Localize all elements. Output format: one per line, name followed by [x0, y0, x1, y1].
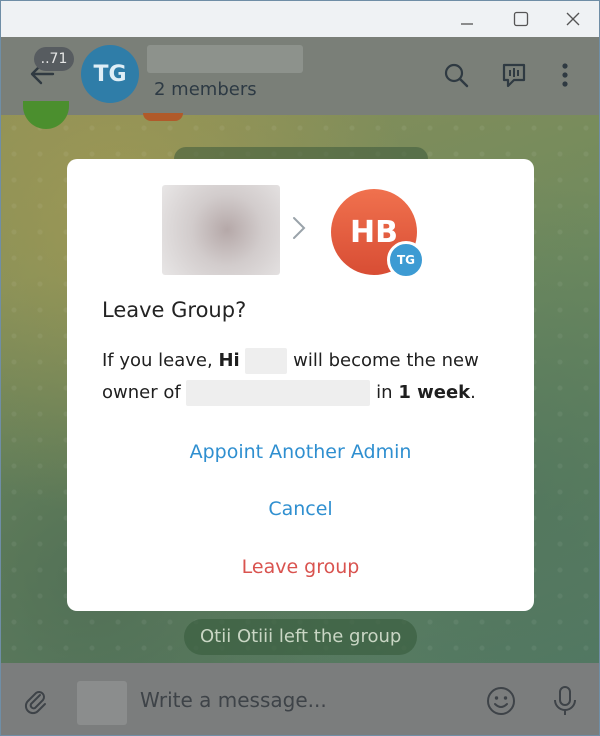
leave-group-button[interactable]: Leave group: [67, 556, 534, 578]
service-message: Otii Otiii left the group: [184, 619, 418, 655]
name-redacted: [245, 348, 288, 374]
telegram-window: ..71 TG 2 members Otii Otiii left the gr…: [0, 0, 600, 736]
minimize-icon[interactable]: [441, 1, 493, 37]
composer-redacted: [77, 681, 127, 725]
leave-group-dialog: HB TG Leave Group? If you leave, Hi will…: [67, 159, 534, 611]
unread-badge: ..71: [34, 47, 74, 71]
close-icon[interactable]: [547, 1, 599, 37]
dialog-body: If you leave, Hi will become the new own…: [102, 345, 502, 409]
maximize-icon[interactable]: [495, 1, 547, 37]
new-owner-name: Hi: [218, 350, 240, 371]
group-badge-avatar: TG: [387, 241, 425, 279]
chevron-right-icon: [291, 215, 307, 248]
chat-avatar[interactable]: TG: [81, 45, 139, 103]
appoint-admin-button[interactable]: Appoint Another Admin: [67, 441, 534, 463]
search-icon[interactable]: [440, 59, 472, 91]
group-name-redacted: [186, 380, 371, 406]
more-vertical-icon[interactable]: [549, 59, 581, 91]
dialog-title: Leave Group?: [102, 298, 247, 322]
body-suffix: .: [470, 382, 476, 403]
body-prefix: If you leave,: [102, 350, 213, 371]
attach-icon[interactable]: [17, 683, 53, 719]
cancel-button[interactable]: Cancel: [67, 498, 534, 520]
emoji-icon[interactable]: [483, 683, 519, 719]
message-input[interactable]: Write a message...: [140, 688, 327, 712]
body-in: in: [376, 382, 393, 403]
microphone-icon[interactable]: [547, 683, 583, 719]
chat-title-redacted[interactable]: [147, 45, 303, 73]
transfer-duration: 1 week: [398, 382, 471, 403]
title-bar: [1, 1, 599, 37]
voice-chat-icon[interactable]: [498, 59, 530, 91]
user-photo-redacted: [162, 185, 280, 275]
message-avatar-peek: [143, 113, 183, 121]
member-count: 2 members: [154, 79, 257, 100]
